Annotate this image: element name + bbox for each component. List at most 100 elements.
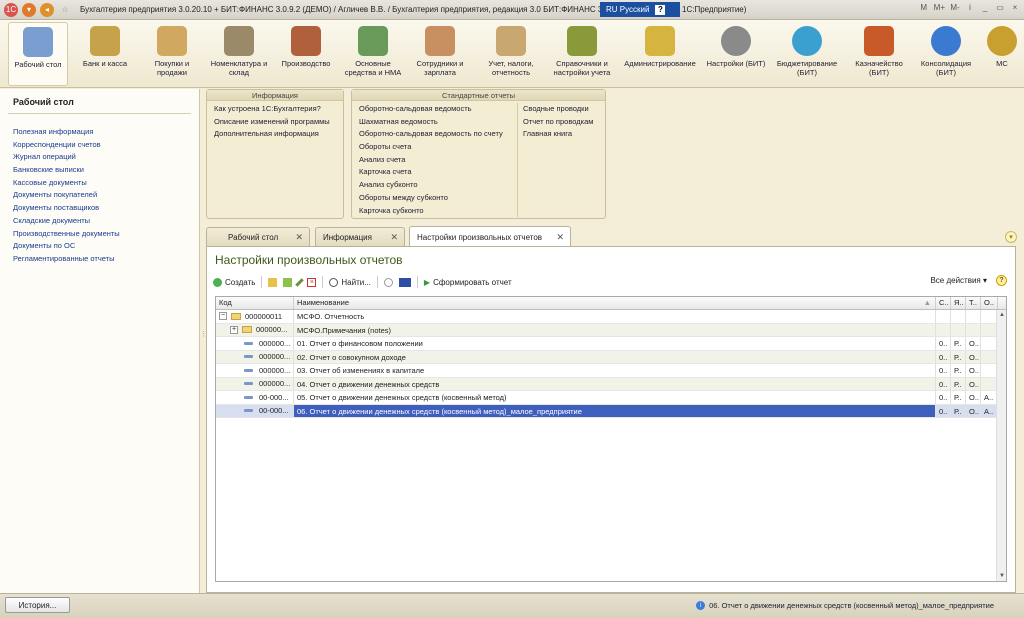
all-actions-menu[interactable]: Все действия ▾ xyxy=(930,276,987,285)
nav-link[interactable]: Журнал операций xyxy=(13,151,199,164)
menu-chevron-icon[interactable]: ▾ xyxy=(22,2,36,17)
section-production[interactable]: Производство xyxy=(276,22,336,86)
nav-link[interactable]: Документы покупателей xyxy=(13,189,199,202)
table-row[interactable]: 000000... 02. Отчет о совокупном доходе … xyxy=(216,350,1006,364)
section-employees[interactable]: Сотрудники и зарплата xyxy=(410,22,470,86)
report-link[interactable]: Карточка субконто xyxy=(359,205,517,218)
language-indicator[interactable]: RU Русский ? xyxy=(600,2,680,17)
tab-information[interactable]: Информация ✕ xyxy=(315,227,405,246)
table-row[interactable]: 000000... 01. Отчет о финансовом положен… xyxy=(216,337,1006,351)
scroll-up-icon[interactable]: ▲ xyxy=(998,311,1006,319)
home-icon[interactable]: ◂ xyxy=(40,2,54,17)
report-link[interactable]: Анализ субконто xyxy=(359,179,517,192)
section-purchases[interactable]: Покупки и продажи xyxy=(142,22,202,86)
expand-icon[interactable]: + xyxy=(230,325,238,334)
star-icon[interactable]: ☆ xyxy=(58,3,72,17)
table-row[interactable]: 000000... 04. Отчет о движении денежных … xyxy=(216,377,1006,391)
section-fixed-assets[interactable]: Основные средства и НМА xyxy=(343,22,403,86)
info-link[interactable]: Дополнительная информация xyxy=(214,128,343,141)
item-icon xyxy=(244,382,253,386)
section-budgeting[interactable]: Бюджетирование (БИТ) xyxy=(772,22,842,86)
section-bit-settings[interactable]: Настройки (БИТ) xyxy=(706,22,766,86)
nav-link[interactable]: Производственные документы xyxy=(13,228,199,241)
nav-link[interactable]: Корреспонденции счетов xyxy=(13,139,199,152)
nav-link[interactable]: Полезная информация xyxy=(13,126,199,139)
section-nomenclature[interactable]: Номенклатура и склад xyxy=(209,22,269,86)
create-group-button[interactable] xyxy=(268,277,278,287)
history-button[interactable]: История... xyxy=(5,597,70,613)
delete-button[interactable]: × xyxy=(307,277,317,287)
memory-minus-button[interactable]: M- xyxy=(950,3,960,12)
column-header-c3[interactable]: Т.. xyxy=(966,297,981,309)
table-row[interactable]: 000000... 03. Отчет об изменениях в капи… xyxy=(216,364,1006,378)
section-bank[interactable]: Банк и касса xyxy=(75,22,135,86)
section-catalogs[interactable]: Справочники и настройки учета xyxy=(548,22,616,86)
column-header-c1[interactable]: С.. xyxy=(936,297,951,309)
section-desktop[interactable]: Рабочий стол xyxy=(8,22,68,86)
section-treasury[interactable]: Казначейство (БИТ) xyxy=(846,22,912,86)
app-logo-icon[interactable]: 1С xyxy=(4,2,18,17)
column-header-code[interactable]: Код xyxy=(216,297,294,309)
info-link[interactable]: Описание изменений программы xyxy=(214,116,343,129)
column-header-c2[interactable]: Я.. xyxy=(951,297,966,309)
maximize-button[interactable]: ▭ xyxy=(995,3,1005,12)
nav-link[interactable]: Складские документы xyxy=(13,215,199,228)
report-link[interactable]: Обороты счета xyxy=(359,141,517,154)
nav-link[interactable]: Документы поставщиков xyxy=(13,202,199,215)
section-administration[interactable]: Администрирование xyxy=(620,22,700,86)
table-row[interactable]: − 000000011 МСФО. Отчетность xyxy=(216,310,1006,324)
edit-button[interactable] xyxy=(295,277,305,287)
report-link[interactable]: Отчет по проводкам xyxy=(523,116,603,129)
tab-report-settings[interactable]: Настройки произвольных отчетов ✕ xyxy=(409,226,571,247)
nav-link[interactable]: Банковские выписки xyxy=(13,164,199,177)
table-scrollbar[interactable]: ▲ ▼ xyxy=(996,310,1006,581)
help-icon[interactable]: ? xyxy=(996,275,1007,286)
find-button[interactable]: Найти... xyxy=(329,277,371,287)
report-link[interactable]: Оборотно-сальдовая ведомость xyxy=(359,103,517,116)
section-consolidation[interactable]: Консолидация (БИТ) xyxy=(914,22,978,86)
copy-button[interactable] xyxy=(283,277,293,287)
minimize-button[interactable]: _ xyxy=(980,3,990,12)
section-more[interactable]: МС xyxy=(982,22,1022,86)
information-box: Информация Как устроена 1С:Бухгалтерия? … xyxy=(206,89,344,219)
info-icon: i xyxy=(696,601,706,610)
language-help-icon[interactable]: ? xyxy=(655,4,666,15)
collapse-icon[interactable]: − xyxy=(219,312,227,321)
add-folder-icon xyxy=(268,277,278,287)
row-name: 04. Отчет о движении денежных средств xyxy=(294,377,936,390)
report-link[interactable]: Анализ счета xyxy=(359,154,517,167)
folder-icon xyxy=(231,312,241,320)
info-icon[interactable]: i xyxy=(965,3,975,12)
create-button[interactable]: Создать xyxy=(213,277,255,287)
report-link[interactable]: Оборотно-сальдовая ведомость по счету xyxy=(359,128,517,141)
table-row[interactable]: 00-000... 05. Отчет о движении денежных … xyxy=(216,391,1006,405)
column-header-name[interactable]: Наименование ▲ xyxy=(294,297,936,309)
table-row-selected[interactable]: 00-000... 06. Отчет о движении денежных … xyxy=(216,404,1006,418)
close-tab-icon[interactable]: ✕ xyxy=(295,232,303,243)
tab-desktop[interactable]: Рабочий стол ✕ xyxy=(206,227,310,246)
info-link[interactable]: Как устроена 1С:Бухгалтерия? xyxy=(214,103,343,116)
report-link[interactable]: Шахматная ведомость xyxy=(359,116,517,129)
nav-link[interactable]: Документы по ОС xyxy=(13,240,199,253)
standard-reports-title: Стандартные отчеты xyxy=(352,90,605,101)
close-tab-icon[interactable]: ✕ xyxy=(390,232,398,243)
close-button[interactable]: × xyxy=(1010,3,1020,12)
memory-m-button[interactable]: M xyxy=(919,3,929,12)
cancel-search-button[interactable] xyxy=(383,277,393,287)
close-tab-icon[interactable]: ✕ xyxy=(556,232,564,243)
generate-report-button[interactable]: ▶ Сформировать отчет xyxy=(424,278,512,287)
tabs-menu-chevron-icon[interactable]: ▾ xyxy=(1005,231,1017,243)
nav-link[interactable]: Регламентированные отчеты xyxy=(13,253,199,266)
bit-button[interactable] xyxy=(398,277,411,287)
report-link[interactable]: Обороты между субконто xyxy=(359,192,517,205)
status-message[interactable]: i 06. Отчет о движении денежных средств … xyxy=(696,601,994,610)
section-taxes[interactable]: Учет, налоги, отчетность xyxy=(477,22,545,86)
table-row[interactable]: +000000... МСФО.Примечания (notes) xyxy=(216,323,1006,337)
report-link[interactable]: Карточка счета xyxy=(359,166,517,179)
scroll-down-icon[interactable]: ▼ xyxy=(998,572,1006,580)
memory-plus-button[interactable]: M+ xyxy=(934,3,945,12)
column-header-c4[interactable]: О.. xyxy=(981,297,998,309)
nav-link[interactable]: Кассовые документы xyxy=(13,177,199,190)
report-link[interactable]: Главная книга xyxy=(523,128,603,141)
report-link[interactable]: Сводные проводки xyxy=(523,103,603,116)
